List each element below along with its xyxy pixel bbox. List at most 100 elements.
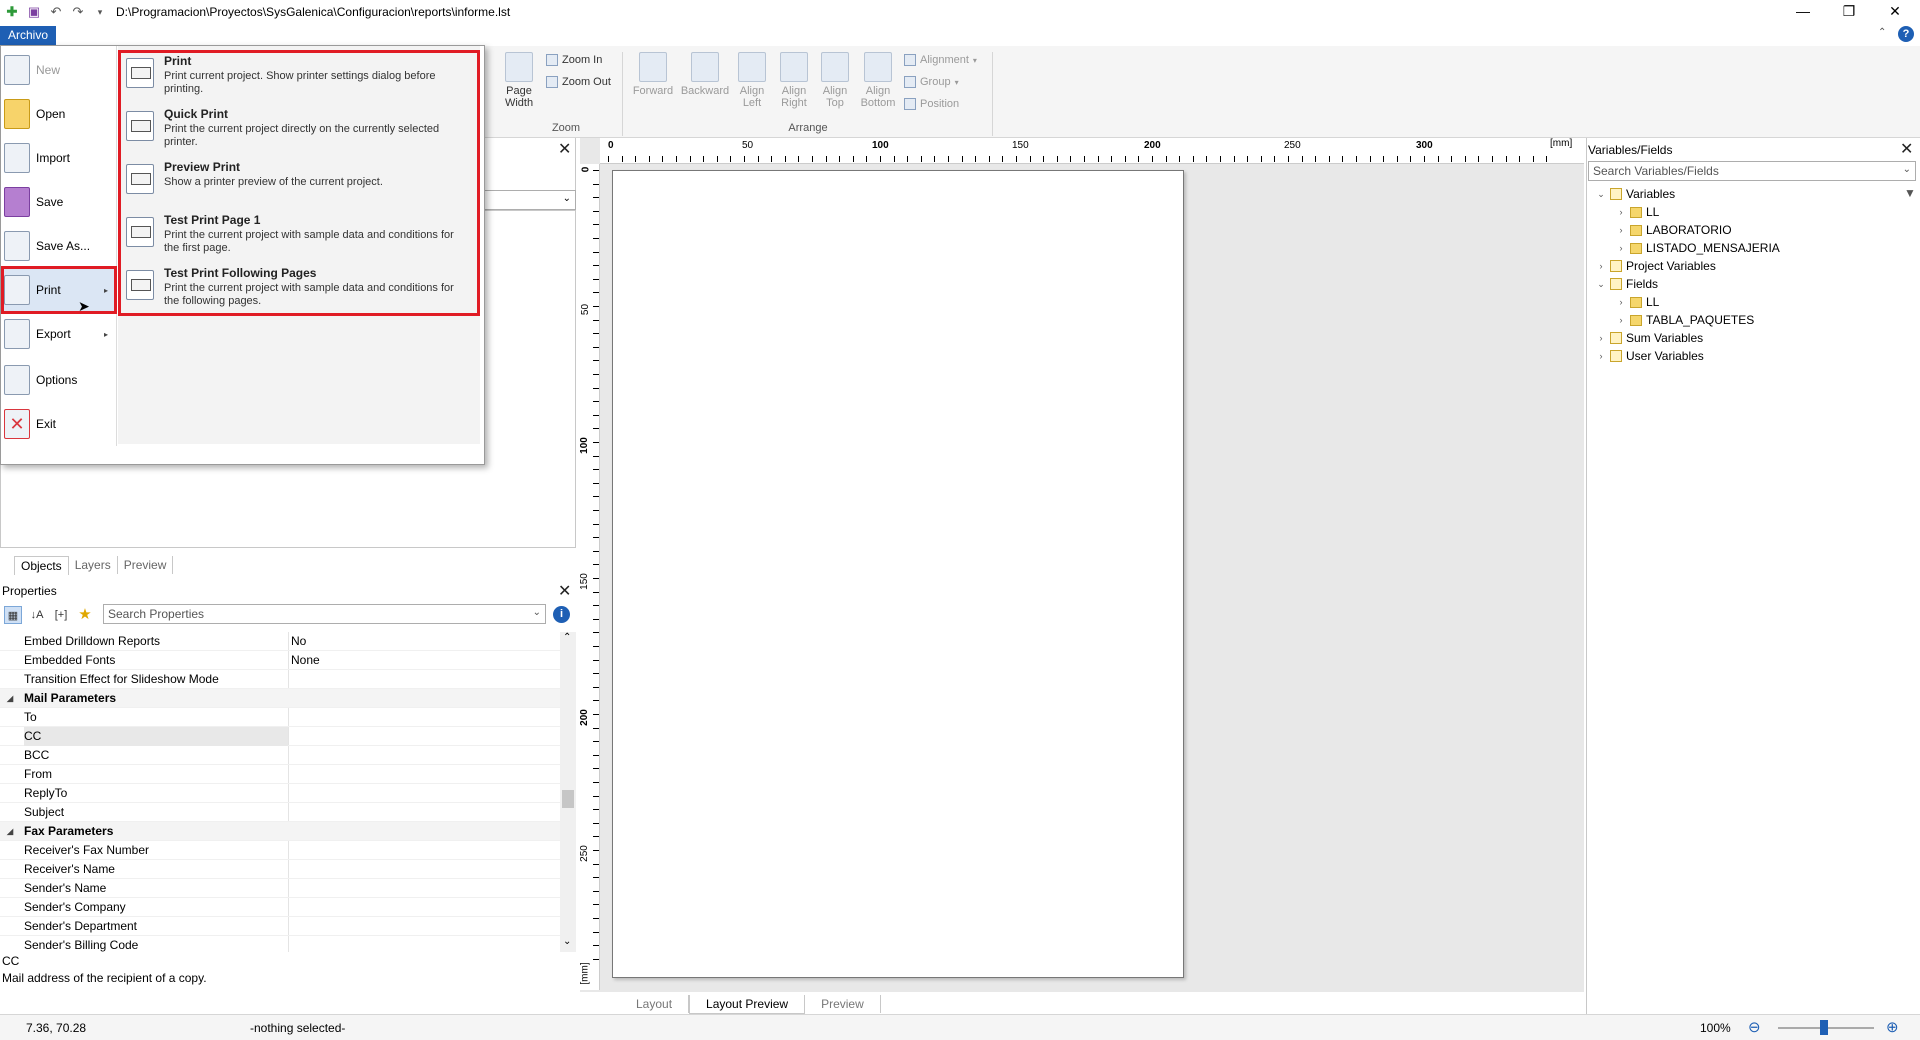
collapse-ribbon-icon[interactable]: ⌃ — [1878, 27, 1886, 38]
undo-icon[interactable]: ↶ — [48, 4, 64, 20]
menu-exit[interactable]: ✕ Exit — [4, 404, 116, 444]
property-category[interactable]: Mail Parameters — [0, 689, 560, 708]
property-row[interactable]: Receiver's Name — [0, 860, 560, 879]
property-row[interactable]: ReplyTo — [0, 784, 560, 803]
page-width-button[interactable]: Page Width — [496, 52, 542, 109]
category-icon — [1610, 278, 1622, 290]
customize-icon[interactable]: ▾ — [92, 4, 108, 20]
zoom-in-icon[interactable]: ⊕ — [1886, 1018, 1899, 1036]
properties-search-input[interactable]: Search Properties ⌄ — [103, 604, 546, 624]
expand-icon[interactable]: › — [1616, 243, 1626, 253]
menu-options[interactable]: Options — [4, 360, 116, 400]
scroll-up-icon[interactable]: ⌃ — [563, 632, 571, 643]
menu-new[interactable]: New — [4, 50, 116, 90]
menu-print[interactable]: Print ▸ — [4, 270, 116, 310]
property-value[interactable]: None — [291, 651, 320, 670]
scroll-thumb[interactable] — [562, 790, 574, 808]
tab-objects[interactable]: Objects — [14, 555, 69, 575]
report-page[interactable] — [612, 170, 1184, 978]
collapse-icon[interactable]: ⌄ — [1596, 189, 1606, 200]
property-row[interactable]: To — [0, 708, 560, 727]
zoom-slider-thumb[interactable] — [1820, 1020, 1828, 1035]
ruler-tick — [593, 496, 599, 498]
scroll-down-icon[interactable]: ⌄ — [563, 936, 571, 947]
align-top-button[interactable]: Align Top — [818, 52, 852, 109]
menu-save-as[interactable]: Save As... — [4, 226, 116, 266]
property-row[interactable]: Sender's Billing Code — [0, 936, 560, 952]
tree-item[interactable]: › LL — [1616, 203, 1660, 221]
property-row[interactable]: Sender's Company — [0, 898, 560, 917]
property-row[interactable]: Embedded Fonts None — [0, 651, 560, 670]
collapse-icon[interactable]: ⌄ — [1596, 279, 1606, 290]
zoom-out-button[interactable]: Zoom Out — [546, 76, 611, 88]
tab-layers[interactable]: Layers — [69, 556, 118, 574]
tab-layout[interactable]: Layout — [620, 995, 690, 1013]
tab-preview[interactable]: Preview — [805, 995, 881, 1013]
minimize-button[interactable]: — — [1780, 0, 1826, 24]
tree-item[interactable]: ⌄ Fields — [1596, 275, 1658, 293]
expand-icon[interactable]: › — [1596, 333, 1606, 343]
properties-scrollbar[interactable]: ⌃ ⌄ — [560, 632, 576, 952]
alignment-dropdown[interactable]: Alignment ▾ — [904, 54, 977, 66]
redo-icon[interactable]: ↷ — [70, 4, 86, 20]
status-bar: 7.36, 70.28 -nothing selected- 100% ⊖ ⊕ — [0, 1014, 1920, 1040]
menu-export[interactable]: Export ▸ — [4, 314, 116, 354]
restore-button[interactable]: ❐ — [1826, 0, 1872, 24]
forward-button[interactable]: Forward — [628, 52, 678, 97]
backward-button[interactable]: Backward — [678, 52, 732, 97]
property-row[interactable]: Subject — [0, 803, 560, 822]
tab-layout-preview[interactable]: Layout Preview — [689, 994, 806, 1014]
expand-icon[interactable]: › — [1596, 261, 1606, 271]
align-right-button[interactable]: Align Right — [774, 52, 814, 109]
zoom-out-icon[interactable]: ⊖ — [1748, 1018, 1761, 1036]
property-value[interactable]: No — [291, 632, 306, 651]
menu-import[interactable]: Import — [4, 138, 116, 178]
close-variables-icon[interactable]: ✕ — [1900, 142, 1913, 158]
expand-icon[interactable]: › — [1616, 315, 1626, 325]
close-objects-panel-icon[interactable]: ✕ — [558, 142, 571, 158]
tab-preview[interactable]: Preview — [118, 556, 174, 574]
align-bottom-button[interactable]: Align Bottom — [856, 52, 900, 109]
property-row[interactable]: Transition Effect for Slideshow Mode — [0, 670, 560, 689]
menu-open[interactable]: Open — [4, 94, 116, 134]
tree-item[interactable]: ⌄ Variables — [1596, 185, 1675, 203]
save-icon[interactable]: ▣ — [26, 4, 42, 20]
close-window-button[interactable]: ✕ — [1872, 0, 1918, 24]
tree-item[interactable]: › Sum Variables — [1596, 329, 1704, 347]
filter-icon[interactable]: ▼ — [1904, 186, 1916, 200]
position-button[interactable]: Position — [904, 98, 959, 110]
categorized-icon[interactable]: ▦ — [4, 606, 22, 624]
ruler-tick — [730, 156, 732, 162]
sort-alpha-icon[interactable]: ↓A — [28, 606, 46, 624]
expand-icon[interactable]: › — [1596, 351, 1606, 361]
property-row-selected[interactable]: CC — [0, 727, 560, 746]
property-row[interactable]: Sender's Department — [0, 917, 560, 936]
add-icon[interactable]: ✚ — [4, 4, 20, 20]
tree-item[interactable]: › TABLA_PAQUETES — [1616, 311, 1755, 329]
property-row[interactable]: BCC — [0, 746, 560, 765]
property-category[interactable]: Fax Parameters — [0, 822, 560, 841]
zoom-in-button[interactable]: Zoom In — [546, 54, 602, 66]
group-dropdown[interactable]: Group ▾ — [904, 76, 959, 88]
close-properties-icon[interactable]: ✕ — [558, 584, 571, 600]
archivo-tab[interactable]: Archivo — [0, 26, 56, 45]
expand-icon[interactable]: › — [1616, 207, 1626, 217]
tree-item[interactable]: › LL — [1616, 293, 1660, 311]
menu-save[interactable]: Save — [4, 182, 116, 222]
favorites-star-icon[interactable]: ★ — [76, 606, 94, 624]
tree-item[interactable]: › Project Variables — [1596, 257, 1716, 275]
variables-search-input[interactable]: Search Variables/Fields ⌄ — [1588, 161, 1916, 181]
tree-item[interactable]: › User Variables — [1596, 347, 1704, 365]
tree-item[interactable]: › LISTADO_MENSAJERIA — [1616, 239, 1780, 257]
expand-icon[interactable]: › — [1616, 225, 1626, 235]
tree-item[interactable]: › LABORATORIO — [1616, 221, 1732, 239]
align-left-button[interactable]: Align Left — [734, 52, 770, 109]
property-row[interactable]: Receiver's Fax Number — [0, 841, 560, 860]
property-row[interactable]: Embed Drilldown Reports No — [0, 632, 560, 651]
info-icon[interactable]: i — [553, 606, 570, 623]
property-row[interactable]: From — [0, 765, 560, 784]
expand-all-icon[interactable]: [+] — [52, 606, 70, 624]
property-row[interactable]: Sender's Name — [0, 879, 560, 898]
expand-icon[interactable]: › — [1616, 297, 1626, 307]
help-icon[interactable]: ? — [1898, 26, 1914, 42]
